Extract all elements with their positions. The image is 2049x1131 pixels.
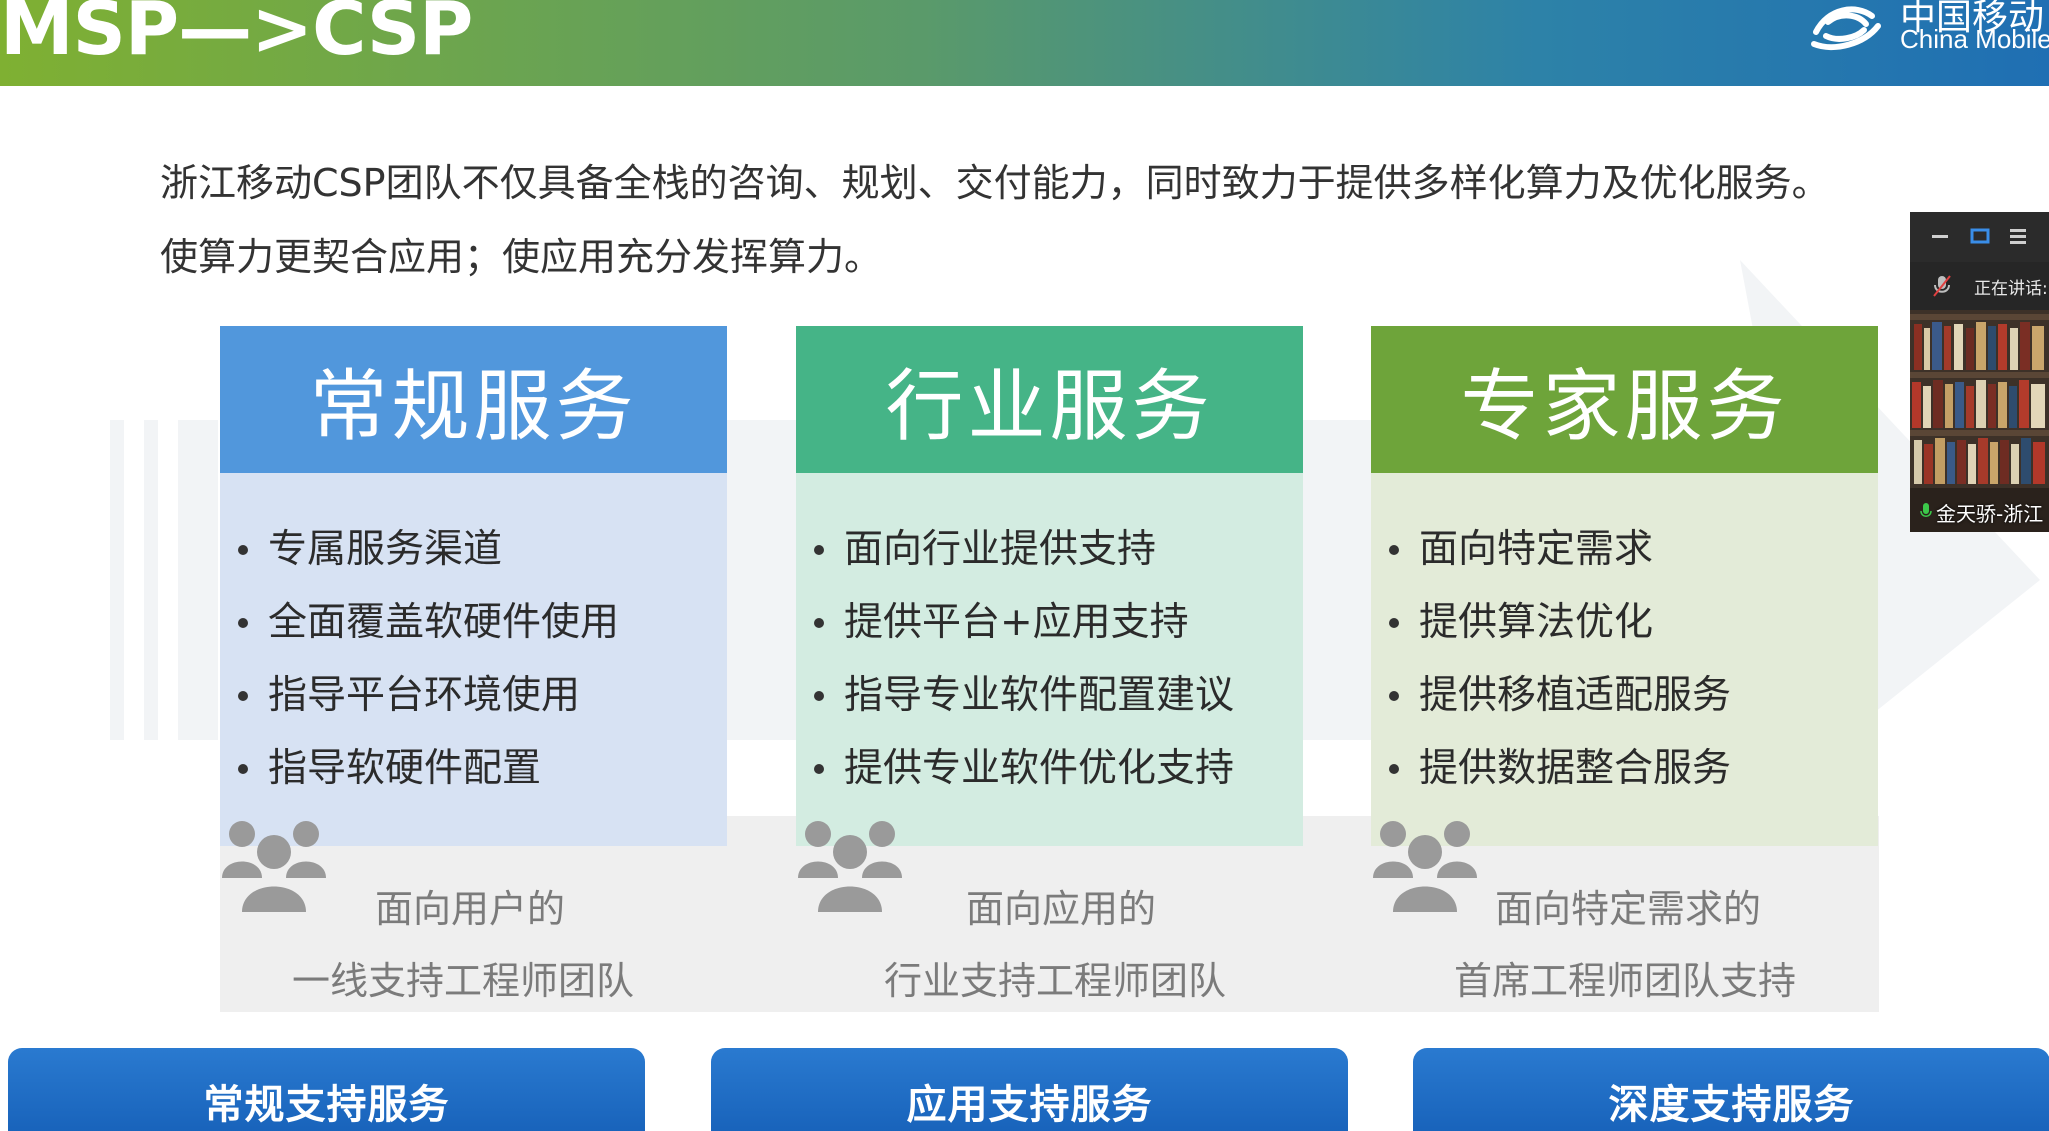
- application-support-button[interactable]: 应用支持服务: [711, 1048, 1348, 1131]
- bullet-icon: [814, 763, 824, 774]
- bullet-icon: [238, 617, 248, 628]
- team-block-regular: 面向用户的 一线支持工程师团队: [220, 816, 727, 1012]
- microphone-icon: [1933, 275, 1951, 297]
- team-desc-line-2: 一线支持工程师团队: [292, 959, 635, 1003]
- speaking-label: 正在讲话:: [1974, 279, 2048, 299]
- window-icon[interactable]: [1970, 228, 1990, 244]
- china-mobile-logo: 中国移动 China Mobile: [1808, 0, 2049, 74]
- list-item: 提供算法优化: [1389, 586, 1878, 659]
- logo-text-en: China Mobile: [1900, 24, 2049, 54]
- bullet-icon: [1389, 763, 1399, 774]
- menu-icon[interactable]: [2008, 228, 2028, 244]
- bullet-icon: [238, 763, 248, 774]
- list-item: 提供专业软件优化支持: [814, 732, 1303, 805]
- speaking-indicator: 正在讲话:: [1910, 262, 2049, 310]
- team-block-expert: 面向特定需求的 首席工程师团队支持: [1371, 816, 1879, 1012]
- microphone-active-icon: [1920, 503, 1932, 517]
- bullet-icon: [814, 690, 824, 701]
- people-group-icon: [1373, 821, 1477, 912]
- bullet-icon: [1389, 617, 1399, 628]
- bullet-icon: [814, 617, 824, 628]
- people-group-icon: [798, 821, 902, 912]
- list-item: 面向行业提供支持: [814, 513, 1303, 586]
- bullet-icon: [814, 544, 824, 555]
- service-card-title: 专家服务: [1371, 326, 1878, 473]
- list-item: 面向特定需求: [1389, 513, 1878, 586]
- team-desc-line-2: 首席工程师团队支持: [1454, 959, 1797, 1003]
- team-desc-line-2: 行业支持工程师团队: [884, 959, 1227, 1003]
- team-block-industry: 面向应用的 行业支持工程师团队: [796, 816, 1303, 1012]
- intro-line-1: 浙江移动CSP团队不仅具备全栈的咨询、规划、交付能力，同时致力于提供多样化算力及…: [160, 161, 1830, 205]
- service-card-industry: 行业服务 面向行业提供支持 提供平台+应用支持 指导专业软件配置建议 提供专业软…: [796, 326, 1303, 846]
- service-card-body: 面向行业提供支持 提供平台+应用支持 指导专业软件配置建议 提供专业软件优化支持: [796, 473, 1303, 846]
- video-toolbar: [1910, 212, 2049, 262]
- team-desc-line-1: 面向用户的: [375, 887, 566, 931]
- service-card-title: 常规服务: [220, 326, 727, 473]
- list-item: 指导平台环境使用: [238, 659, 727, 732]
- china-mobile-logo-icon: [1811, 6, 1881, 51]
- regular-support-button[interactable]: 常规支持服务: [8, 1048, 645, 1131]
- video-call-overlay: 正在讲话: 金天骄-浙江: [1910, 212, 2049, 532]
- list-item: 专属服务渠道: [238, 513, 727, 586]
- service-card-body: 专属服务渠道 全面覆盖软硬件使用 指导平台环境使用 指导软硬件配置: [220, 473, 727, 846]
- bullet-icon: [1389, 690, 1399, 701]
- team-desc-line-1: 面向应用的: [966, 887, 1157, 931]
- list-item: 指导专业软件配置建议: [814, 659, 1303, 732]
- participant-name: 金天骄-浙江: [1936, 502, 2044, 526]
- bullet-icon: [1389, 544, 1399, 555]
- list-item: 提供移植适配服务: [1389, 659, 1878, 732]
- service-card-title: 行业服务: [796, 326, 1303, 473]
- service-card-regular: 常规服务 专属服务渠道 全面覆盖软硬件使用 指导平台环境使用 指导软硬件配置: [220, 326, 727, 846]
- minimize-icon[interactable]: [1930, 228, 1950, 244]
- bullet-icon: [238, 544, 248, 555]
- list-item: 提供平台+应用支持: [814, 586, 1303, 659]
- team-desc-line-1: 面向特定需求的: [1495, 887, 1762, 931]
- header-banner: MSP—>CSP 中国移动 China Mobile: [0, 0, 2049, 86]
- service-card-body: 面向特定需求 提供算法优化 提供移植适配服务 提供数据整合服务: [1371, 473, 1878, 846]
- service-card-expert: 专家服务 面向特定需求 提供算法优化 提供移植适配服务 提供数据整合服务: [1371, 326, 1878, 846]
- list-item: 指导软硬件配置: [238, 732, 727, 805]
- bullet-icon: [238, 690, 248, 701]
- slide-title: MSP—>CSP: [0, 0, 473, 72]
- deep-support-button[interactable]: 深度支持服务: [1413, 1048, 2049, 1131]
- list-item: 全面覆盖软硬件使用: [238, 586, 727, 659]
- list-item: 提供数据整合服务: [1389, 732, 1878, 805]
- people-group-icon: [222, 821, 326, 912]
